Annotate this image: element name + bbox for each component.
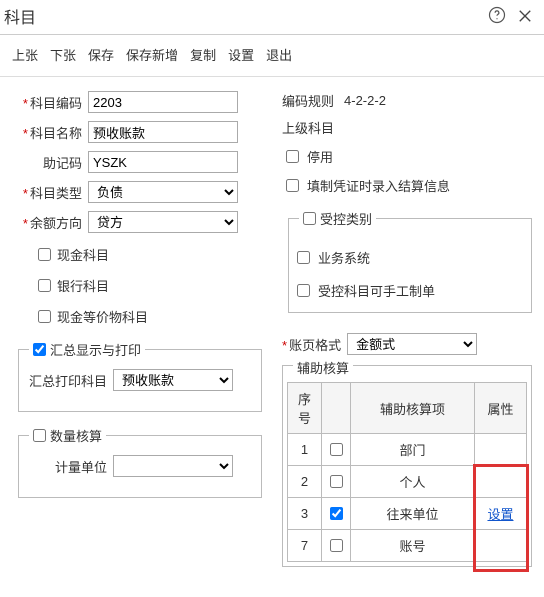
toolbar: 上张 下张 保存 保存新增 复制 设置 退出 bbox=[0, 35, 544, 77]
aux-title: 辅助核算 bbox=[293, 358, 353, 377]
format-select[interactable]: 金额式 bbox=[347, 333, 477, 355]
aux-th-item: 辅助核算项 bbox=[351, 383, 475, 434]
aux-item: 部门 bbox=[351, 434, 475, 466]
settings-button[interactable]: 设置 bbox=[228, 45, 254, 64]
aux-seq: 3 bbox=[288, 498, 322, 530]
aux-group: 辅助核算 序号 辅助核算项 属性 1部门2个人3往来单位设置7账号 bbox=[282, 365, 532, 567]
summary-print-group: 汇总显示与打印 汇总打印科目 预收账款 bbox=[18, 340, 262, 412]
summary-subject-select[interactable]: 预收账款 bbox=[113, 369, 233, 391]
format-label: 账页格式 bbox=[282, 335, 341, 354]
window-title: 科目 bbox=[4, 4, 36, 28]
aux-row-checkbox[interactable] bbox=[330, 539, 343, 552]
qty-checkbox[interactable] bbox=[33, 429, 46, 442]
name-input[interactable] bbox=[88, 121, 238, 143]
aux-row-checkbox[interactable] bbox=[330, 443, 343, 456]
qty-title: 数量核算 bbox=[50, 426, 102, 445]
cash-equiv-checkbox[interactable] bbox=[38, 310, 51, 323]
aux-row-chk-cell bbox=[322, 530, 351, 562]
aux-attr-settings-link[interactable]: 设置 bbox=[487, 507, 513, 522]
aux-row-chk-cell bbox=[322, 466, 351, 498]
aux-item: 账号 bbox=[351, 530, 475, 562]
parent-label: 上级科目 bbox=[282, 118, 334, 137]
cash-checkbox[interactable] bbox=[38, 248, 51, 261]
qty-group: 数量核算 计量单位 bbox=[18, 426, 262, 498]
aux-item: 往来单位 bbox=[351, 498, 475, 530]
cash-equiv-checkbox-label: 现金等价物科目 bbox=[57, 307, 148, 326]
aux-attr-cell bbox=[475, 434, 527, 466]
summary-subject-label: 汇总打印科目 bbox=[29, 371, 107, 390]
aux-attr-cell bbox=[475, 530, 527, 562]
close-icon[interactable] bbox=[516, 7, 534, 25]
cash-checkbox-label: 现金科目 bbox=[57, 245, 109, 264]
aux-item: 个人 bbox=[351, 466, 475, 498]
manual-checkbox[interactable] bbox=[297, 284, 310, 297]
prev-button[interactable]: 上张 bbox=[12, 45, 38, 64]
help-icon[interactable] bbox=[488, 6, 506, 27]
aux-th-seq: 序号 bbox=[288, 383, 322, 434]
disable-label: 停用 bbox=[307, 147, 333, 166]
aux-row-checkbox[interactable] bbox=[330, 475, 343, 488]
aux-row-chk-cell bbox=[322, 434, 351, 466]
table-row: 7 账号 bbox=[288, 530, 527, 562]
summary-print-title: 汇总显示与打印 bbox=[50, 340, 141, 359]
exit-button[interactable]: 退出 bbox=[266, 45, 292, 64]
code-input[interactable] bbox=[88, 91, 238, 113]
bank-checkbox[interactable] bbox=[38, 279, 51, 292]
table-row: 1 部门 bbox=[288, 434, 527, 466]
aux-table: 序号 辅助核算项 属性 1 部门 2 个人 3 往来单位设置 7 账号 bbox=[287, 382, 527, 562]
controlled-checkbox[interactable] bbox=[303, 212, 316, 225]
disable-checkbox[interactable] bbox=[286, 150, 299, 163]
type-select[interactable]: 负债 bbox=[88, 181, 238, 203]
name-label: 科目名称 bbox=[12, 123, 82, 142]
mnemonic-input[interactable] bbox=[88, 151, 238, 173]
rule-label: 编码规则 bbox=[282, 91, 334, 110]
table-row: 3 往来单位设置 bbox=[288, 498, 527, 530]
type-label: 科目类型 bbox=[12, 183, 82, 202]
biz-system-label: 业务系统 bbox=[318, 248, 370, 267]
summary-print-checkbox[interactable] bbox=[33, 343, 46, 356]
next-button[interactable]: 下张 bbox=[50, 45, 76, 64]
unit-select[interactable] bbox=[113, 455, 233, 477]
aux-seq: 1 bbox=[288, 434, 322, 466]
direction-label: 余额方向 bbox=[12, 213, 82, 232]
aux-attr-cell: 设置 bbox=[475, 498, 527, 530]
rule-value: 4-2-2-2 bbox=[344, 93, 386, 108]
fill-settle-checkbox[interactable] bbox=[286, 179, 299, 192]
bank-checkbox-label: 银行科目 bbox=[57, 276, 109, 295]
aux-seq: 2 bbox=[288, 466, 322, 498]
manual-label: 受控科目可手工制单 bbox=[318, 281, 435, 300]
aux-row-chk-cell bbox=[322, 498, 351, 530]
direction-select[interactable]: 贷方 bbox=[88, 211, 238, 233]
aux-th-attr: 属性 bbox=[475, 383, 527, 434]
aux-attr-cell bbox=[475, 466, 527, 498]
controlled-title: 受控类别 bbox=[320, 209, 372, 228]
mnemonic-label: 助记码 bbox=[12, 153, 82, 172]
controlled-group: 受控类别 业务系统 受控科目可手工制单 bbox=[288, 209, 532, 313]
aux-seq: 7 bbox=[288, 530, 322, 562]
code-label: 科目编码 bbox=[12, 93, 82, 112]
fill-settle-label: 填制凭证时录入结算信息 bbox=[307, 176, 450, 195]
save-new-button[interactable]: 保存新增 bbox=[126, 45, 178, 64]
copy-button[interactable]: 复制 bbox=[190, 45, 216, 64]
aux-row-checkbox[interactable] bbox=[330, 507, 343, 520]
table-row: 2 个人 bbox=[288, 466, 527, 498]
aux-th-chk bbox=[322, 383, 351, 434]
save-button[interactable]: 保存 bbox=[88, 45, 114, 64]
biz-system-checkbox[interactable] bbox=[297, 251, 310, 264]
unit-label: 计量单位 bbox=[29, 457, 107, 476]
